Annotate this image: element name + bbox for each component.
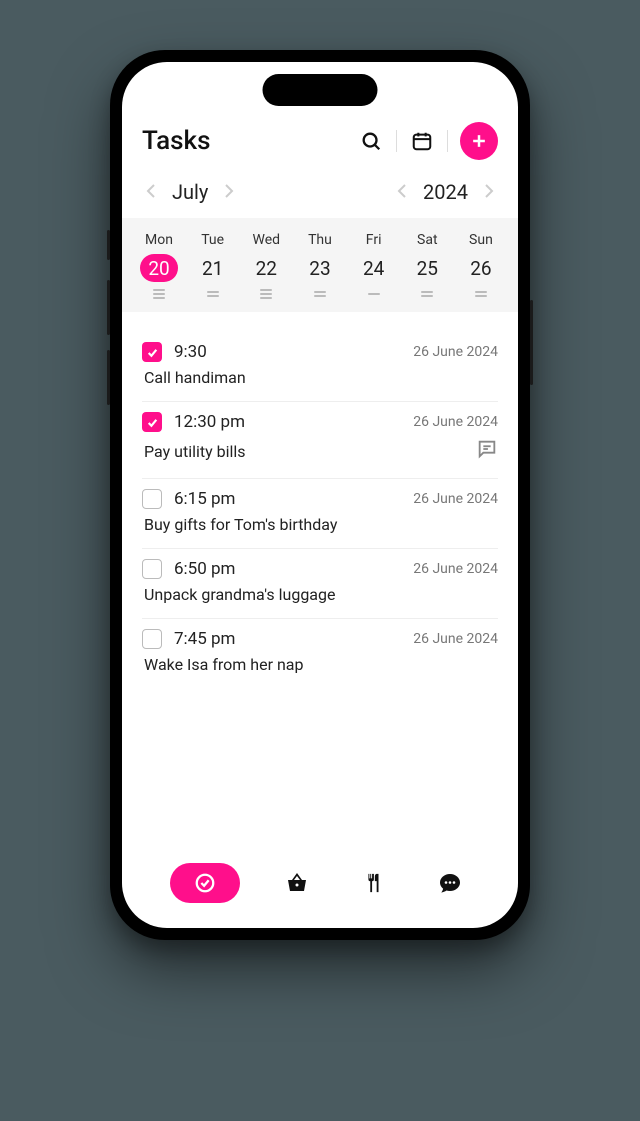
task-checkbox[interactable] [142,629,162,649]
task-title: Pay utility bills [144,442,246,461]
chat-icon [438,871,462,895]
task-title: Call handiman [144,368,246,387]
day-column[interactable]: Mon 20 [136,232,182,300]
day-number: 25 [408,254,446,282]
notch [263,74,378,106]
day-number: 24 [355,254,393,282]
comment-icon[interactable] [476,438,498,464]
day-column[interactable]: Sun 26 [458,232,504,300]
day-column[interactable]: Wed 22 [243,232,289,300]
day-indicator [314,288,326,300]
task-time: 6:50 pm [174,559,235,579]
nav-chat[interactable] [430,863,470,903]
month-year-picker: July 2024 [142,180,498,204]
page-title: Tasks [142,126,211,156]
day-name: Thu [308,232,332,248]
task-item[interactable]: 9:30 26 June 2024 Call handiman [142,332,498,402]
day-name: Fri [366,232,382,248]
add-task-button[interactable] [460,122,498,160]
day-indicator [153,288,165,300]
task-date: 26 June 2024 [413,631,498,647]
task-list[interactable]: 9:30 26 June 2024 Call handiman 12:30 pm 26 … [142,312,498,856]
nav-tasks[interactable] [170,863,240,903]
day-number: 21 [194,254,232,282]
day-column[interactable]: Thu 23 [297,232,343,300]
plus-icon [469,131,489,151]
calendar-button[interactable] [409,128,435,154]
task-time: 9:30 [174,342,207,362]
calendar-icon [411,130,433,152]
day-name: Mon [145,232,173,248]
task-date: 26 June 2024 [413,491,498,507]
header-divider [396,130,397,152]
task-checkbox[interactable] [142,342,162,362]
day-indicator [475,288,487,300]
week-strip: Mon 20 Tue 21 Wed 22 Thu 23 Fri 24 Sat 25 Sun 26 [122,218,518,312]
task-time: 6:15 pm [174,489,235,509]
day-number: 22 [247,254,285,282]
month-label[interactable]: July [172,180,208,204]
prev-year-button[interactable] [395,182,409,203]
screen: Tasks [122,62,518,928]
prev-month-button[interactable] [144,182,158,203]
task-item[interactable]: 6:50 pm 26 June 2024 Unpack grandma's lugg… [142,549,498,619]
day-column[interactable]: Sat 25 [404,232,450,300]
day-indicator [368,288,380,300]
day-indicator [421,288,433,300]
year-label[interactable]: 2024 [423,180,468,204]
day-number: 26 [462,254,500,282]
cutlery-icon [362,872,384,894]
day-column[interactable]: Tue 21 [190,232,236,300]
task-checkbox[interactable] [142,412,162,432]
task-title: Unpack grandma's luggage [144,585,335,604]
check-icon [146,346,159,359]
header-divider [447,130,448,152]
task-checkbox[interactable] [142,489,162,509]
task-checkbox[interactable] [142,559,162,579]
task-item[interactable]: 7:45 pm 26 June 2024 Wake Isa from her nap [142,619,498,688]
next-month-button[interactable] [222,182,236,203]
chevron-right-icon [484,184,494,198]
chevron-left-icon [397,184,407,198]
basket-icon [285,871,309,895]
search-icon [360,130,382,152]
search-button[interactable] [358,128,384,154]
task-date: 26 June 2024 [413,344,498,360]
day-number: 23 [301,254,339,282]
task-time: 7:45 pm [174,629,235,649]
check-icon [146,416,159,429]
task-time: 12:30 pm [174,412,245,432]
nav-meals[interactable] [353,863,393,903]
nav-shopping[interactable] [277,863,317,903]
header: Tasks [142,122,498,160]
task-title: Wake Isa from her nap [144,655,304,674]
task-date: 26 June 2024 [413,561,498,577]
task-item[interactable]: 12:30 pm 26 June 2024 Pay utility bills [142,402,498,479]
day-number: 20 [140,254,178,282]
day-name: Sat [417,232,438,248]
phone-frame: Tasks [110,50,530,940]
day-name: Tue [201,232,224,248]
day-indicator [260,288,272,300]
task-item[interactable]: 6:15 pm 26 June 2024 Buy gifts for Tom's b… [142,479,498,549]
next-year-button[interactable] [482,182,496,203]
chevron-right-icon [224,184,234,198]
chevron-left-icon [146,184,156,198]
task-date: 26 June 2024 [413,414,498,430]
bottom-nav [122,856,518,928]
task-title: Buy gifts for Tom's birthday [144,515,337,534]
day-indicator [207,288,219,300]
day-name: Sun [469,232,493,248]
day-name: Wed [253,232,281,248]
day-column[interactable]: Fri 24 [351,232,397,300]
check-circle-icon [194,872,216,894]
